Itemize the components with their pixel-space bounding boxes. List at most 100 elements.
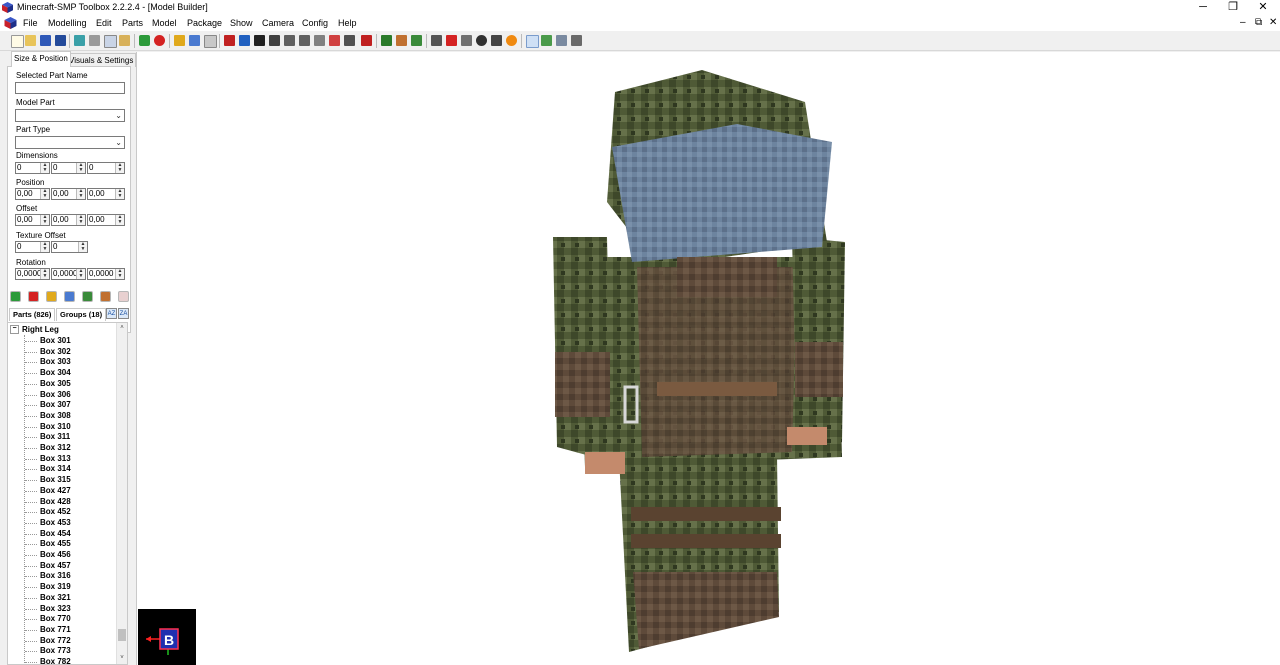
tree-item[interactable]: Box 301 [40,336,71,347]
move-icon[interactable] [344,35,355,46]
tree-item[interactable]: Box 319 [40,582,71,593]
delete-part-icon[interactable] [118,291,129,302]
camera-tools-icon[interactable] [571,35,582,46]
uv-icon[interactable] [396,35,407,46]
tree-item[interactable]: Box 308 [40,411,71,422]
tree-item[interactable]: Box 314 [40,464,71,475]
tree-item[interactable]: Box 428 [40,497,71,508]
dimension-x-stepper[interactable]: 0 ▲ ▼ [15,162,50,174]
tree-scrollbar[interactable]: ˄ ˅ [116,323,127,664]
sort-ascending-icon[interactable]: AZ [106,308,117,319]
tree-item[interactable]: Box 427 [40,486,71,497]
spin-arrows-icon[interactable]: ▲ ▼ [78,242,87,252]
scroll-down-icon[interactable]: ˅ [118,654,126,662]
flip-icon[interactable] [269,35,280,46]
rotation-y-stepper[interactable]: 0,0000 ▲ ▼ [51,268,86,280]
add-box-icon[interactable] [10,291,21,302]
tab-visuals-settings[interactable]: Visuals & Settings [66,53,137,67]
selected-part-name-input[interactable] [15,82,125,94]
delete-part-icon[interactable] [204,35,217,48]
tree-item[interactable]: Box 771 [40,625,71,636]
sun-icon[interactable] [506,35,517,46]
position-z-stepper[interactable]: 0,00 ▲ ▼ [87,188,125,200]
copy-icon[interactable] [104,35,117,48]
save-as-icon[interactable] [55,35,66,46]
add-box-icon[interactable] [139,35,150,46]
lamp-icon[interactable] [491,35,502,46]
collapse-icon[interactable]: − [10,325,19,335]
tree-item[interactable]: Box 307 [40,400,71,411]
paste-icon[interactable] [119,35,130,46]
document-cube-icon[interactable] [4,17,17,29]
offset-y-stepper[interactable]: 0,00 ▲ ▼ [51,214,86,226]
spin-arrows-icon[interactable]: ▲ ▼ [115,269,124,279]
mirror-x-icon[interactable] [224,35,235,46]
dimension-y-stepper[interactable]: 0 ▲ ▼ [51,162,86,174]
uv-grid-icon[interactable] [411,35,422,46]
spin-arrows-icon[interactable]: ▲ ▼ [40,189,49,199]
tree-item[interactable]: Box 306 [40,390,71,401]
cut-icon[interactable] [89,35,100,46]
spin-arrows-icon[interactable]: ▲ ▼ [76,215,85,225]
ball-icon[interactable] [476,35,487,46]
minimize-button[interactable]: ─ [1188,0,1218,15]
position-y-stepper[interactable]: 0,00 ▲ ▼ [51,188,86,200]
spin-arrows-icon[interactable]: ▲ ▼ [76,189,85,199]
sort-descending-icon[interactable]: ZA [118,308,129,319]
open-folder-icon[interactable] [25,35,36,46]
close-button[interactable]: ✕ [1248,0,1278,15]
pencil-icon[interactable] [46,291,57,302]
checklist-icon[interactable] [541,35,552,46]
restore-button[interactable]: ❐ [1218,0,1248,15]
new-file-icon[interactable] [11,35,24,48]
spin-arrows-icon[interactable]: ▲ ▼ [115,215,124,225]
menu-show[interactable]: Show [230,17,253,29]
tree-item[interactable]: Box 323 [40,604,71,615]
tree-item[interactable]: Box 770 [40,614,71,625]
wireframe-icon[interactable] [329,35,340,46]
tree-item[interactable]: Box 321 [40,593,71,604]
mdi-restore-button[interactable]: ⧉ [1255,17,1262,29]
group-icon[interactable] [189,35,200,46]
spin-arrows-icon[interactable]: ▲ ▼ [115,189,124,199]
menu-edit[interactable]: Edit [96,17,112,29]
model-viewport[interactable]: B [136,52,1280,665]
settings-icon[interactable] [556,35,567,46]
spin-arrows-icon[interactable]: ▲ ▼ [40,163,49,173]
position-x-stepper[interactable]: 0,00 ▲ ▼ [15,188,50,200]
copy-texture-icon[interactable] [74,35,85,46]
tree-item[interactable]: Box 453 [40,518,71,529]
mdi-minimize-button[interactable]: – [1240,17,1246,29]
offset-x-stepper[interactable]: 0,00 ▲ ▼ [15,214,50,226]
spin-arrows-icon[interactable]: ▲ ▼ [76,163,85,173]
tree-node-right-leg[interactable]: − Right Leg [10,325,59,335]
tree-item[interactable]: Box 772 [40,636,71,647]
shape-icon[interactable] [461,35,472,46]
tree-item[interactable]: Box 305 [40,379,71,390]
spin-arrows-icon[interactable]: ▲ ▼ [115,163,124,173]
rotate-right-icon[interactable] [299,35,310,46]
spin-arrows-icon[interactable]: ▲ ▼ [40,215,49,225]
menu-parts[interactable]: Parts [122,17,143,29]
mdi-close-button[interactable]: ✕ [1269,17,1277,29]
tree-item[interactable]: Box 455 [40,539,71,550]
texture-offset-u-stepper[interactable]: 0 ▲ ▼ [15,241,50,253]
scroll-up-icon[interactable]: ˄ [118,324,126,332]
paint-brush-icon[interactable] [381,35,392,46]
tree-item[interactable]: Box 457 [40,561,71,572]
eraser-icon[interactable] [314,35,325,46]
grid-icon[interactable] [526,35,539,48]
part-type-select[interactable]: ⌄ [15,136,125,149]
scroll-thumb[interactable] [118,629,126,641]
save-icon[interactable] [40,35,51,46]
tree-item[interactable]: Box 310 [40,422,71,433]
offset-z-stepper[interactable]: 0,00 ▲ ▼ [87,214,125,226]
tab-groups[interactable]: Groups (18) [56,308,107,321]
close-x-icon[interactable] [431,35,442,46]
tree-item[interactable]: Box 452 [40,507,71,518]
rotation-x-stepper[interactable]: 0,0000 ▲ ▼ [15,268,50,280]
tree-item[interactable]: Box 312 [40,443,71,454]
tree-item[interactable]: Box 315 [40,475,71,486]
rotation-z-stepper[interactable]: 0,0000 ▲ ▼ [87,268,125,280]
add-sphere-icon[interactable] [154,35,165,46]
